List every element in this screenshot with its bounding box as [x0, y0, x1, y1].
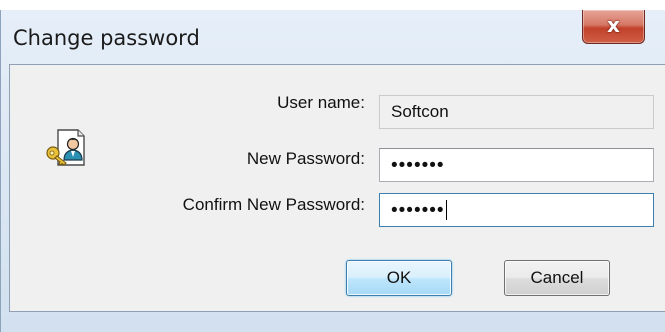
confirm-password-input[interactable]: •••••••	[379, 193, 654, 227]
cancel-button[interactable]: Cancel	[504, 260, 610, 296]
new-password-input[interactable]: •••••••	[379, 148, 654, 182]
user-name-field: Softcon	[379, 95, 654, 129]
change-password-dialog: Change password x User name: Softcon New…	[0, 10, 665, 332]
user-name-value: Softcon	[391, 102, 449, 121]
confirm-password-masked: •••••••	[391, 200, 445, 221]
close-icon: x	[607, 13, 620, 37]
user-key-icon	[46, 129, 85, 166]
dialog-body: User name: Softcon New Password: •••••••…	[9, 64, 665, 312]
ok-button[interactable]: OK	[346, 260, 452, 296]
new-password-masked: •••••••	[391, 155, 445, 176]
user-name-label: User name:	[277, 93, 365, 112]
close-button[interactable]: x	[582, 10, 645, 44]
confirm-password-label: Confirm New Password:	[182, 195, 365, 214]
new-password-label: New Password:	[246, 149, 365, 168]
window-title: Change password	[13, 26, 200, 50]
text-caret	[445, 199, 447, 220]
title-bar[interactable]: Change password x	[1, 10, 665, 64]
